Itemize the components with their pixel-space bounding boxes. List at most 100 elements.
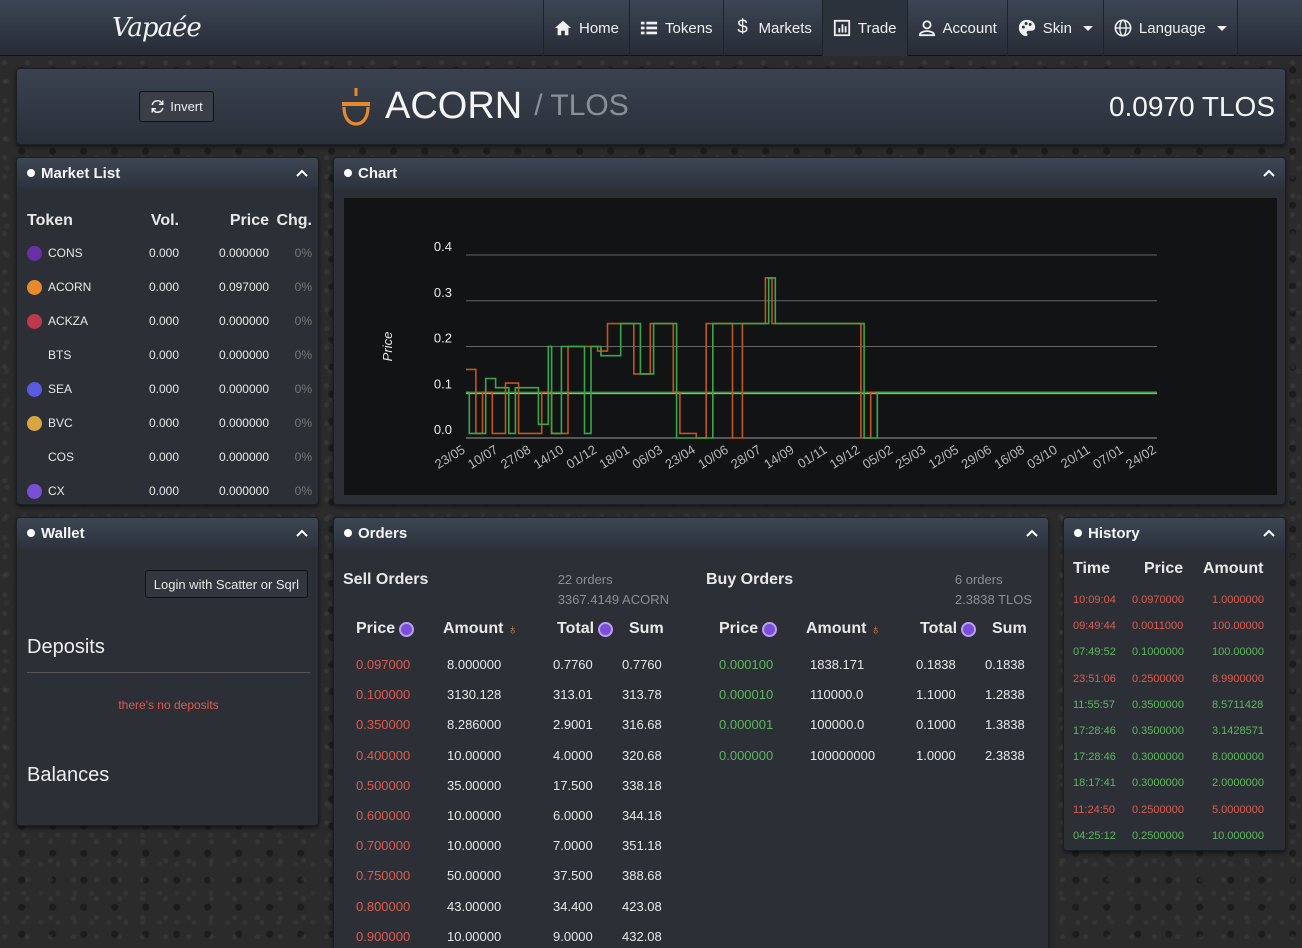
chevron-down-icon [1082, 25, 1093, 31]
balances-title: Balances [27, 764, 110, 786]
sell-order-row[interactable]: 0.097000 8.000000 0.7760 0.7760 [334, 650, 679, 680]
order-total: 0.1000 [916, 717, 956, 733]
history-price: 0.3000000 [1132, 777, 1184, 790]
sell-order-row[interactable]: 0.500000 35.00000 17.500 338.18 [334, 771, 679, 801]
token-change: 0% [294, 246, 312, 260]
x-tick-label: 23/04 [662, 442, 698, 472]
col-chg[interactable]: Chg. [269, 212, 312, 230]
deposits-empty-message: there's no deposits [118, 698, 219, 712]
nav-markets[interactable]: $ Markets [722, 0, 822, 56]
vapaee-logo[interactable]: Vapaée [112, 6, 204, 50]
chevron-up-icon[interactable] [296, 527, 308, 539]
nav-skin-dropdown[interactable]: Skin [1006, 0, 1103, 56]
history-row[interactable]: 04:25:12 0.2500000 10.000000 [1064, 826, 1285, 850]
invert-button[interactable]: Invert [139, 91, 214, 122]
order-amount: 50.00000 [447, 868, 502, 884]
nav-trade[interactable]: Trade [821, 0, 907, 56]
orders-header[interactable]: Orders [334, 518, 1048, 548]
order-total: 7.0000 [553, 838, 593, 854]
nav-tokens[interactable]: Tokens [629, 0, 723, 56]
login-button[interactable]: Login with Scatter or Sqrl [144, 570, 308, 598]
order-sum: 351.18 [622, 838, 662, 854]
history-row[interactable]: 07:49:52 0.1000000 100.00000 [1064, 642, 1285, 668]
sell-order-row[interactable]: 0.750000 50.00000 37.500 388.68 [334, 861, 679, 891]
token-change: 0% [294, 416, 312, 430]
market-list-header[interactable]: Market List [17, 158, 318, 188]
price-series-line [466, 277, 1157, 439]
market-table-header: Token Vol. Price Chg. [27, 206, 312, 236]
price-chart[interactable]: 0.0 0.1 0.2 0.3 0.4 23/05 10/07 27/08 14/10 01/12… [344, 198, 1277, 495]
tlos-icon [399, 621, 415, 637]
sell-order-row[interactable]: 0.700000 10.00000 7.0000 351.18 [334, 831, 679, 861]
history-header[interactable]: History [1064, 518, 1285, 548]
col-amount: Amount ♁ [443, 620, 518, 638]
history-row[interactable]: 18:17:41 0.3000000 2.0000000 [1064, 773, 1285, 799]
history-row[interactable]: 11:24:50 0.2500000 5.0000000 [1064, 800, 1285, 826]
market-row[interactable]: BTS 0.000 0.000000 0% [27, 338, 312, 372]
current-price: 0.0970 TLOS [1108, 91, 1275, 122]
history-row[interactable]: 17:28:46 0.3000000 8.0000000 [1064, 747, 1285, 773]
token-symbol: CX [48, 484, 65, 498]
x-tick-label: 01/11 [795, 442, 830, 471]
palette-icon [1018, 19, 1035, 37]
history-row[interactable]: 17:28:46 0.3500000 3.1428571 [1064, 721, 1285, 747]
buy-order-row[interactable]: 0.000100 1838.171 0.1838 0.1838 [697, 650, 1042, 680]
sell-order-row[interactable]: 0.400000 10.00000 4.0000 320.68 [334, 741, 679, 771]
nav-account[interactable]: Account [906, 0, 1007, 56]
history-row[interactable]: 11:55:57 0.3500000 8.5711428 [1064, 695, 1285, 721]
panel-title: Market List [41, 164, 121, 182]
buy-order-row[interactable]: 0.000001 100000.0 0.1000 1.3838 [697, 710, 1042, 740]
chevron-up-icon[interactable] [1263, 527, 1275, 539]
order-price: 0.400000 [356, 747, 411, 763]
chevron-up-icon[interactable] [1263, 167, 1275, 179]
history-row[interactable]: 10:09:04 0.0970000 1.0000000 [1064, 590, 1285, 616]
buy-order-row[interactable]: 0.000010 110000.0 1.1000 1.2838 [697, 680, 1042, 710]
col-vol[interactable]: Vol. [123, 212, 179, 230]
market-row[interactable]: ACORN 0.000 0.097000 0% [27, 270, 312, 304]
market-token: ACKZA [27, 313, 123, 329]
order-amount: 8.000000 [447, 657, 502, 672]
chart-header[interactable]: Chart [334, 158, 1285, 188]
market-row[interactable]: CX 0.000 0.000000 0% [27, 474, 312, 504]
order-sum: 1.3838 [985, 717, 1025, 733]
chevron-up-icon[interactable] [1026, 527, 1038, 539]
history-row[interactable]: 23:51:06 0.2500000 8.9900000 [1064, 669, 1285, 695]
col-token[interactable]: Token [27, 212, 123, 230]
token-volume: 0.000 [148, 382, 179, 396]
market-token: COS [27, 449, 123, 465]
history-row[interactable]: 09:49:44 0.0011000 100.00000 [1064, 616, 1285, 642]
sell-order-row[interactable]: 0.350000 8.286000 2.9001 316.68 [334, 710, 679, 740]
order-price: 0.000010 [719, 687, 774, 703]
nav-markets-label: Markets [758, 19, 812, 37]
sell-order-total: 3367.4149 ACORN [557, 592, 669, 607]
col-time: Time [1073, 560, 1111, 577]
quote-symbol: / TLOS [534, 89, 629, 122]
top-navbar: Vapaée Home Tokens $ Markets Trade Accou… [0, 0, 1302, 56]
market-row[interactable]: SEA 0.000 0.000000 0% [27, 372, 312, 406]
history-time: 17:28:46 [1073, 751, 1116, 764]
nav-language-dropdown[interactable]: Language [1102, 0, 1238, 56]
history-columns: Time Price Amount [1064, 560, 1285, 580]
sell-order-row[interactable]: 0.600000 10.00000 6.0000 344.18 [334, 801, 679, 831]
market-row[interactable]: ACKZA 0.000 0.000000 0% [27, 304, 312, 338]
market-row[interactable]: CONS 0.000 0.000000 0% [27, 236, 312, 270]
price-chart-svg[interactable]: 0.0 0.1 0.2 0.3 0.4 23/0510/0727/0814/1001/12… [344, 198, 1277, 495]
order-amount: 10.00000 [447, 838, 502, 854]
buy-order-row[interactable]: 0.000000 100000000 1.0000 2.3838 [697, 741, 1042, 771]
x-tick-label: 03/10 [1024, 442, 1060, 472]
chevron-up-icon[interactable] [296, 167, 308, 179]
market-row[interactable]: BVC 0.000 0.000000 0% [27, 406, 312, 440]
sell-order-count: 22 orders [557, 572, 613, 587]
order-total: 0.1838 [916, 657, 956, 672]
sell-order-row[interactable]: 0.100000 3130.128 313.01 313.78 [334, 680, 679, 710]
col-price[interactable]: Price [179, 212, 269, 230]
sell-order-row[interactable]: 0.800000 43.00000 34.400 423.08 [334, 892, 679, 922]
wallet-header[interactable]: Wallet [17, 518, 318, 548]
market-token: ACORN [27, 279, 123, 295]
history-price: 0.2500000 [1132, 672, 1184, 685]
market-row[interactable]: COS 0.000 0.000000 0% [27, 440, 312, 474]
sell-order-row[interactable]: 0.900000 10.00000 9.0000 432.08 [334, 922, 679, 948]
y-tick-label: 0.1 [434, 376, 452, 391]
token-symbol: CONS [48, 246, 83, 260]
nav-home[interactable]: Home [543, 0, 629, 56]
